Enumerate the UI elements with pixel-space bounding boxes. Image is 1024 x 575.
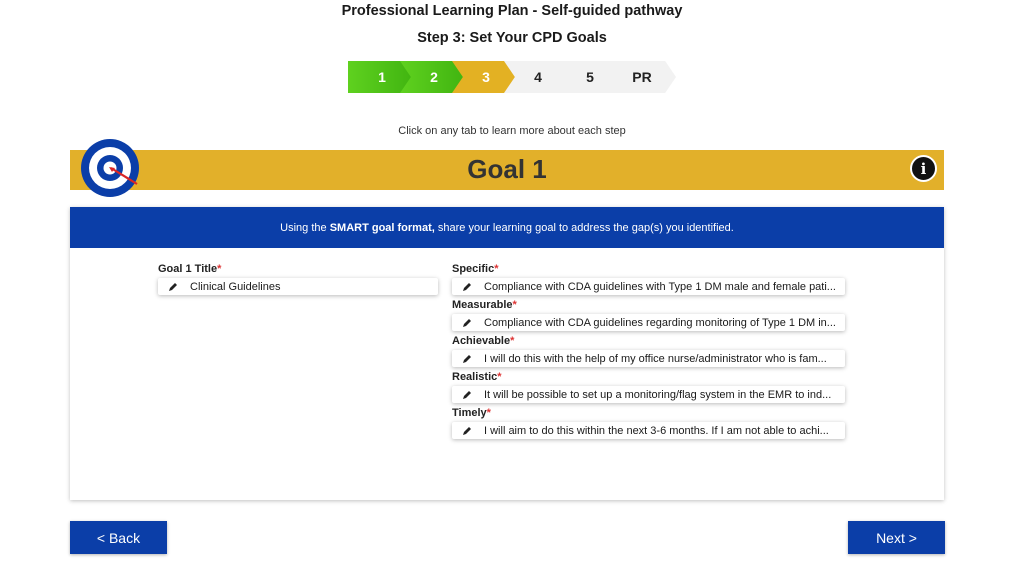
step-tabs: 1 2 3 4 5 PR <box>348 61 678 95</box>
smart-instructions-banner: Using the SMART goal format, share your … <box>70 207 944 248</box>
banner-text-prefix: Using the <box>280 221 327 234</box>
timely-field[interactable]: I will aim to do this within the next 3-… <box>452 422 845 439</box>
pencil-icon <box>462 354 472 364</box>
required-mark: * <box>510 335 515 347</box>
goal-title-label: Goal 1 Title* <box>158 263 221 275</box>
back-button[interactable]: < Back <box>70 521 167 554</box>
step-title: Step 3: Set Your CPD Goals <box>417 30 607 46</box>
measurable-value: Compliance with CDA guidelines regarding… <box>484 316 836 329</box>
specific-field[interactable]: Compliance with CDA guidelines with Type… <box>452 278 845 295</box>
achievable-label-text: Achievable <box>452 335 511 347</box>
goal-title-label-text: Goal 1 Title <box>158 263 218 275</box>
realistic-label-text: Realistic <box>452 371 498 383</box>
measurable-label-text: Measurable <box>452 299 513 311</box>
pencil-icon <box>462 282 472 292</box>
achievable-field[interactable]: I will do this with the help of my offic… <box>452 350 845 367</box>
required-mark: * <box>217 263 222 275</box>
pencil-icon <box>462 390 472 400</box>
realistic-field[interactable]: It will be possible to set up a monitori… <box>452 386 845 403</box>
goal-header: Goal 1 i <box>70 150 944 190</box>
target-icon <box>81 139 139 197</box>
specific-value: Compliance with CDA guidelines with Type… <box>484 280 836 293</box>
specific-label: Specific* <box>452 263 498 275</box>
measurable-label: Measurable* <box>452 299 517 311</box>
required-mark: * <box>512 299 517 311</box>
step-tabs-hint: Click on any tab to learn more about eac… <box>398 125 626 137</box>
specific-label-text: Specific <box>452 263 495 275</box>
required-mark: * <box>497 371 502 383</box>
timely-label-text: Timely <box>452 407 487 419</box>
required-mark: * <box>494 263 499 275</box>
banner-text-suffix: share your learning goal to address the … <box>437 221 734 234</box>
goal-title: Goal 1 <box>467 154 547 184</box>
achievable-value: I will do this with the help of my offic… <box>484 352 827 365</box>
page-title: Professional Learning Plan - Self-guided… <box>341 3 683 19</box>
goal-title-value: Clinical Guidelines <box>190 280 281 293</box>
realistic-label: Realistic* <box>452 371 502 383</box>
banner-text-bold: SMART goal format, <box>329 221 435 234</box>
measurable-field[interactable]: Compliance with CDA guidelines regarding… <box>452 314 845 331</box>
pencil-icon <box>462 318 472 328</box>
realistic-value: It will be possible to set up a monitori… <box>484 388 832 401</box>
next-button[interactable]: Next > <box>848 521 945 554</box>
required-mark: * <box>486 407 491 419</box>
goal-title-field[interactable]: Clinical Guidelines <box>158 278 438 295</box>
pencil-icon <box>168 282 178 292</box>
timely-label: Timely* <box>452 407 491 419</box>
achievable-label: Achievable* <box>452 335 514 347</box>
pencil-icon <box>462 426 472 436</box>
info-icon[interactable]: i <box>910 155 937 182</box>
timely-value: I will aim to do this within the next 3-… <box>484 424 829 437</box>
